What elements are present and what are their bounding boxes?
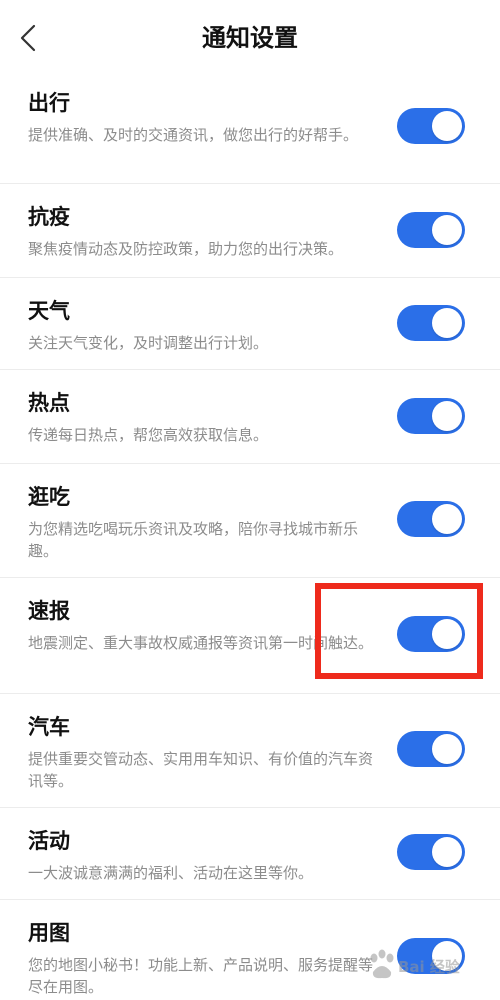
toggle-switch-hot-topics[interactable] [397, 398, 465, 434]
setting-description: 您的地图小秘书！功能上新、产品说明、服务提醒等尽在用图。 [28, 956, 374, 996]
toggle-switch-food[interactable] [397, 501, 465, 537]
toggle-switch-map-updates[interactable] [397, 938, 465, 974]
setting-title: 汽车 [28, 715, 70, 739]
toggle-switch-travel[interactable] [397, 108, 465, 144]
toggle-knob [432, 401, 462, 431]
setting-row-hot-topics: 热点 传递每日热点，帮您高效获取信息。 [0, 370, 500, 464]
setting-description: 提供准确、及时的交通资讯，做您出行的好帮手。 [28, 126, 359, 144]
setting-title: 抗疫 [28, 205, 70, 229]
toggle-knob [432, 504, 462, 534]
toggle-switch-events[interactable] [397, 834, 465, 870]
setting-row-weather: 天气 关注天气变化，及时调整出行计划。 [0, 278, 500, 370]
toggle-knob [432, 941, 462, 971]
setting-title: 热点 [28, 391, 70, 415]
setting-description: 为您精选吃喝玩乐资讯及攻略，陪你寻找城市新乐趣。 [28, 520, 359, 560]
setting-title: 天气 [28, 299, 70, 323]
toggle-knob [432, 837, 462, 867]
setting-row-car: 汽车 提供重要交管动态、实用用车知识、有价值的汽车资讯等。 [0, 694, 500, 808]
setting-description: 传递每日热点，帮您高效获取信息。 [28, 426, 269, 444]
toggle-knob [432, 734, 462, 764]
toggle-knob [432, 619, 462, 649]
toggle-switch-car[interactable] [397, 731, 465, 767]
setting-description: 地震测定、重大事故权威通报等资讯第一时间触达。 [28, 634, 374, 652]
page-title: 通知设置 [202, 24, 298, 52]
setting-title: 逛吃 [28, 485, 70, 509]
toggle-knob [432, 111, 462, 141]
setting-row-map-updates: 用图 您的地图小秘书！功能上新、产品说明、服务提醒等尽在用图。 [0, 900, 500, 1000]
setting-description: 关注天气变化，及时调整出行计划。 [28, 334, 269, 352]
setting-row-flash-news: 速报 地震测定、重大事故权威通报等资讯第一时间触达。 [0, 578, 500, 694]
setting-description: 聚焦疫情动态及防控政策，助力您的出行决策。 [28, 240, 344, 258]
setting-title: 出行 [28, 91, 70, 115]
setting-title: 活动 [28, 829, 70, 853]
header-bar: 通知设置 [0, 0, 500, 78]
setting-description: 提供重要交管动态、实用用车知识、有价值的汽车资讯等。 [28, 750, 374, 790]
toggle-switch-flash-news[interactable] [397, 616, 465, 652]
toggle-knob [432, 215, 462, 245]
setting-row-travel: 出行 提供准确、及时的交通资讯，做您出行的好帮手。 [0, 78, 500, 184]
setting-row-epidemic: 抗疫 聚焦疫情动态及防控政策，助力您的出行决策。 [0, 184, 500, 278]
setting-row-food: 逛吃 为您精选吃喝玩乐资讯及攻略，陪你寻找城市新乐趣。 [0, 464, 500, 578]
toggle-switch-weather[interactable] [397, 305, 465, 341]
setting-title: 用图 [28, 921, 70, 945]
setting-title: 速报 [28, 599, 70, 623]
toggle-switch-epidemic[interactable] [397, 212, 465, 248]
setting-description: 一大波诚意满满的福利、活动在这里等你。 [28, 864, 314, 882]
setting-row-events: 活动 一大波诚意满满的福利、活动在这里等你。 [0, 808, 500, 900]
toggle-knob [432, 308, 462, 338]
